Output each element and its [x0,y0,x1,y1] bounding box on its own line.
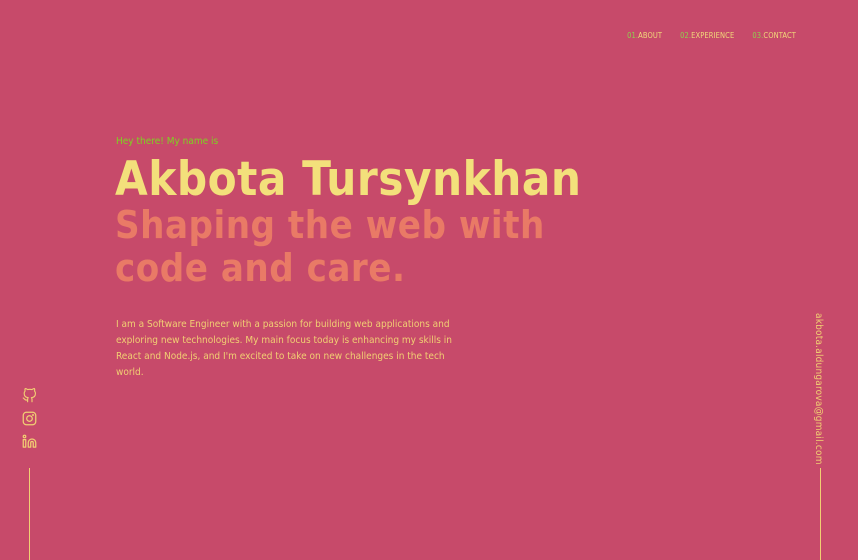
nav-number: 02. [680,31,692,40]
nav-item-experience[interactable]: 02. EXPERIENCE [680,31,734,40]
github-icon [22,388,36,403]
hero-tagline: Shaping the web with code and care. [115,203,545,290]
hero-section: Hey there! My name is Akbota Tursynkhan … [115,136,635,391]
nav-item-contact[interactable]: 03. CONTACT [752,31,796,40]
nav-label: ABOUT [638,31,663,40]
github-link[interactable] [22,388,37,403]
nav-item-about[interactable]: 01. ABOUT [627,31,662,40]
hero-bio: I am a Software Engineer with a passion … [116,319,452,378]
left-divider-line [29,468,30,560]
linkedin-icon [22,434,37,448]
instagram-icon [22,411,37,426]
email-link[interactable]: akbota.aldungarova@gmail.com [813,313,824,465]
nav-label: CONTACT [763,31,796,40]
nav-label: EXPERIENCE [691,31,735,40]
linkedin-link[interactable] [22,434,37,449]
instagram-link[interactable] [22,411,37,426]
social-links [22,388,37,449]
right-divider-line [820,468,821,560]
hero-greeting: Hey there! My name is [116,136,219,147]
nav-number: 03. [752,31,764,40]
nav-number: 01. [627,31,639,40]
hero-name: Akbota Tursynkhan [115,152,582,207]
top-nav: 01. ABOUT 02. EXPERIENCE 03. CONTACT [627,31,796,40]
